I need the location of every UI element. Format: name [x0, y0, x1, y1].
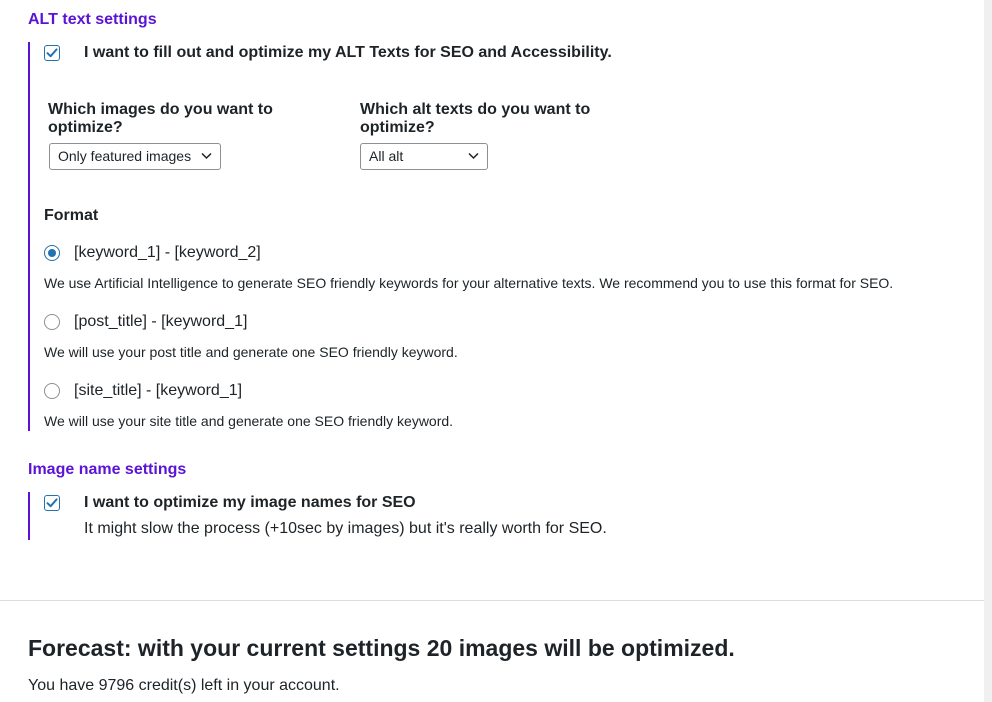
- format-radio-post-title[interactable]: [44, 314, 60, 330]
- chevron-down-icon: [201, 152, 212, 160]
- format-heading: Format: [44, 207, 99, 224]
- forecast-headline: Forecast: with your current settings 20 …: [28, 635, 735, 661]
- images-question-label: Which images do you want to optimize?: [48, 101, 273, 136]
- image-name-settings-title: Image name settings: [28, 461, 187, 478]
- images-select-value: Only featured images: [58, 148, 192, 164]
- alt-select-value: All alt: [369, 148, 404, 164]
- alt-optimize-label: I want to fill out and optimize my ALT T…: [84, 44, 612, 61]
- format-option-description: We will use your site title and generate…: [44, 413, 454, 429]
- check-icon: [46, 48, 58, 58]
- credits-remaining-text: You have 9796 credit(s) left in your acc…: [28, 677, 340, 694]
- image-name-optimize-checkbox[interactable]: [44, 495, 60, 511]
- section-divider: [0, 600, 984, 601]
- image-name-settings-bar: [28, 492, 30, 540]
- chevron-down-icon: [468, 152, 479, 160]
- alt-optimize-checkbox[interactable]: [44, 45, 60, 61]
- image-name-optimize-sublabel: It might slow the process (+10sec by ima…: [84, 520, 607, 537]
- format-radio-keyword[interactable]: [44, 245, 60, 261]
- settings-panel: ALT text settings I want to fill out and…: [0, 0, 984, 702]
- format-option-description: We use Artificial Intelligence to genera…: [44, 275, 894, 291]
- radio-selected-dot: [48, 249, 56, 257]
- format-option-description: We will use your post title and generate…: [44, 344, 458, 360]
- format-option-label[interactable]: [site_title] - [keyword_1]: [74, 381, 242, 401]
- image-name-optimize-label: I want to optimize my image names for SE…: [84, 494, 416, 511]
- alt-settings-title: ALT text settings: [28, 11, 157, 28]
- alt-question-label: Which alt texts do you want to optimize?: [360, 101, 591, 136]
- format-option-label[interactable]: [post_title] - [keyword_1]: [74, 312, 247, 332]
- alt-select[interactable]: All alt: [360, 143, 488, 170]
- format-option-label[interactable]: [keyword_1] - [keyword_2]: [74, 243, 261, 263]
- format-radio-site-title[interactable]: [44, 383, 60, 399]
- alt-settings-bar: [28, 42, 30, 431]
- check-icon: [46, 498, 58, 508]
- images-select[interactable]: Only featured images: [49, 143, 221, 170]
